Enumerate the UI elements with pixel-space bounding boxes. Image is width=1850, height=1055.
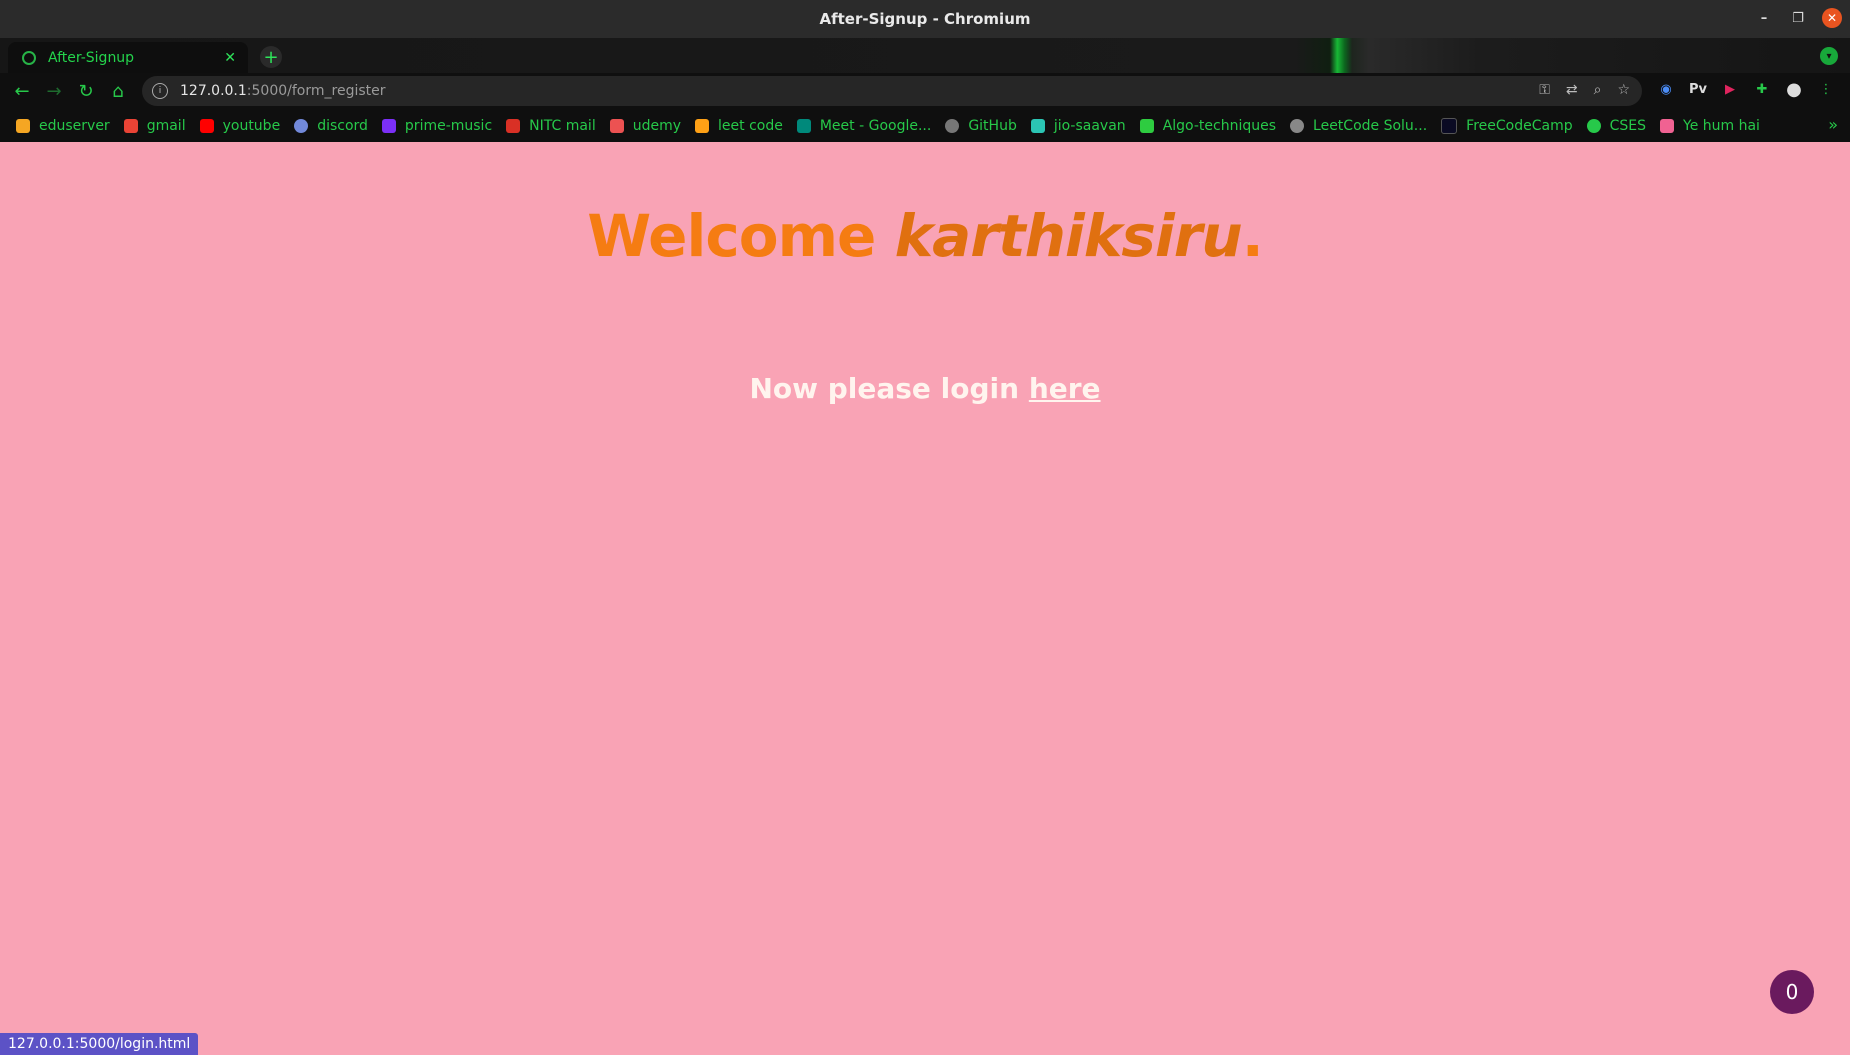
tab-search-icon[interactable]: ▾ [1820,47,1838,65]
login-link[interactable]: here [1029,372,1101,405]
username-suffix: . [1241,202,1264,270]
bookmark-star-icon[interactable]: ☆ [1617,82,1630,98]
restore-icon[interactable]: ❐ [1788,8,1808,28]
forward-button[interactable]: → [38,75,70,107]
bookmark-favicon-icon [1030,118,1045,133]
login-prompt: Now please login here [0,372,1850,405]
tab-after-signup[interactable]: After-Signup ✕ [8,42,248,73]
bookmark-item[interactable]: CSES [1586,118,1646,134]
bookmark-item[interactable]: prime-music [381,118,492,134]
bookmark-item[interactable]: FreeCodeCamp [1441,117,1573,134]
home-button[interactable]: ⌂ [102,75,134,107]
bookmark-favicon-icon [1290,118,1305,133]
bookmark-item[interactable]: Algo-techniques [1139,118,1276,134]
globe-icon [22,50,36,65]
tab-strip: After-Signup ✕ + ▾ [0,38,1850,148]
minimize-icon[interactable]: – [1754,8,1774,28]
window-controls: – ❐ ✕ [1754,8,1842,28]
bookmark-item[interactable]: Ye hum hai [1660,118,1760,134]
site-info-icon[interactable]: i [152,83,168,99]
bookmark-item[interactable]: LeetCode Solu... [1290,118,1427,134]
page-content: Welcome karthiksiru. Now please login he… [0,142,1850,1055]
record-extension-icon[interactable]: ▶ [1720,79,1740,99]
extension-icon[interactable]: ◉ [1656,79,1676,99]
status-bar: 127.0.0.1:5000/login.html [0,1033,199,1055]
translate-icon[interactable]: ⇄ [1566,82,1578,98]
bookmark-favicon-icon [796,118,811,133]
bookmark-favicon-icon [609,118,624,133]
key-icon[interactable]: ⚿ [1539,82,1550,98]
pv-extension-icon[interactable]: Pv [1688,79,1708,99]
bookmark-favicon-icon [199,118,214,133]
extensions-area: ◉ Pv ▶ ✚ ● ⋮ [1656,79,1836,100]
bookmark-favicon-icon [16,118,30,133]
omnibox-icons: ⚿ ⇄ ⌕ ☆ [1539,82,1630,98]
bookmark-item[interactable]: leet code [695,118,783,134]
github-icon [945,118,960,133]
username: karthiksiru [894,202,1243,270]
bookmark-item[interactable]: Meet - Google... [796,118,931,134]
bookmark-item[interactable]: jio-saavan [1030,118,1126,134]
bookmark-favicon-icon [695,118,710,133]
url-text: 127.0.0.1:5000/form_register [180,83,386,99]
welcome-heading: Welcome karthiksiru. [0,202,1850,270]
bookmark-favicon-icon [506,118,521,133]
floating-badge[interactable]: 0 [1770,970,1814,1014]
bookmark-favicon-icon [1139,118,1154,133]
bookmark-favicon-icon [381,118,396,133]
bookmarks-bar: eduserver gmail youtube discord prime-mu… [0,109,1850,142]
menu-kebab-icon[interactable]: ⋮ [1816,79,1836,99]
bookmark-favicon-icon [1441,117,1458,134]
bookmark-favicon-icon [123,118,138,133]
bookmark-item[interactable]: NITC mail [506,118,596,134]
new-tab-button[interactable]: + [260,46,282,68]
globe-icon [1586,118,1601,133]
bookmark-item[interactable]: udemy [609,118,681,134]
close-window-icon[interactable]: ✕ [1822,8,1842,28]
more-bookmarks-icon[interactable]: » [1828,115,1838,134]
bookmark-item[interactable]: youtube [199,118,280,134]
bookmark-item[interactable]: discord [294,118,368,134]
bookmark-item[interactable]: eduserver [16,118,110,134]
profile-avatar-icon[interactable]: ● [1784,79,1804,100]
back-button[interactable]: ← [6,75,38,107]
address-bar[interactable]: i 127.0.0.1:5000/form_register ⚿ ⇄ ⌕ ☆ [142,76,1642,106]
bookmark-favicon-icon [1660,118,1675,133]
welcome-text: Welcome [587,202,876,270]
zoom-icon[interactable]: ⌕ [1594,82,1602,98]
close-tab-icon[interactable]: ✕ [224,50,236,66]
login-prompt-text: Now please login [749,372,1020,405]
bookmark-item[interactable]: gmail [123,118,186,134]
reload-button[interactable]: ↻ [70,75,102,107]
tab-title: After-Signup [48,49,135,66]
bookmark-item[interactable]: GitHub [945,118,1017,134]
window-title: After-Signup - Chromium [819,10,1031,28]
title-bar: After-Signup - Chromium – ❐ ✕ [0,0,1850,38]
puzzle-icon[interactable]: ✚ [1752,79,1772,99]
toolbar: ← → ↻ ⌂ i 127.0.0.1:5000/form_register ⚿… [0,73,1850,109]
bookmark-favicon-icon [294,118,309,133]
browser-window: After-Signup - Chromium – ❐ ✕ After-Sign… [0,0,1850,1055]
